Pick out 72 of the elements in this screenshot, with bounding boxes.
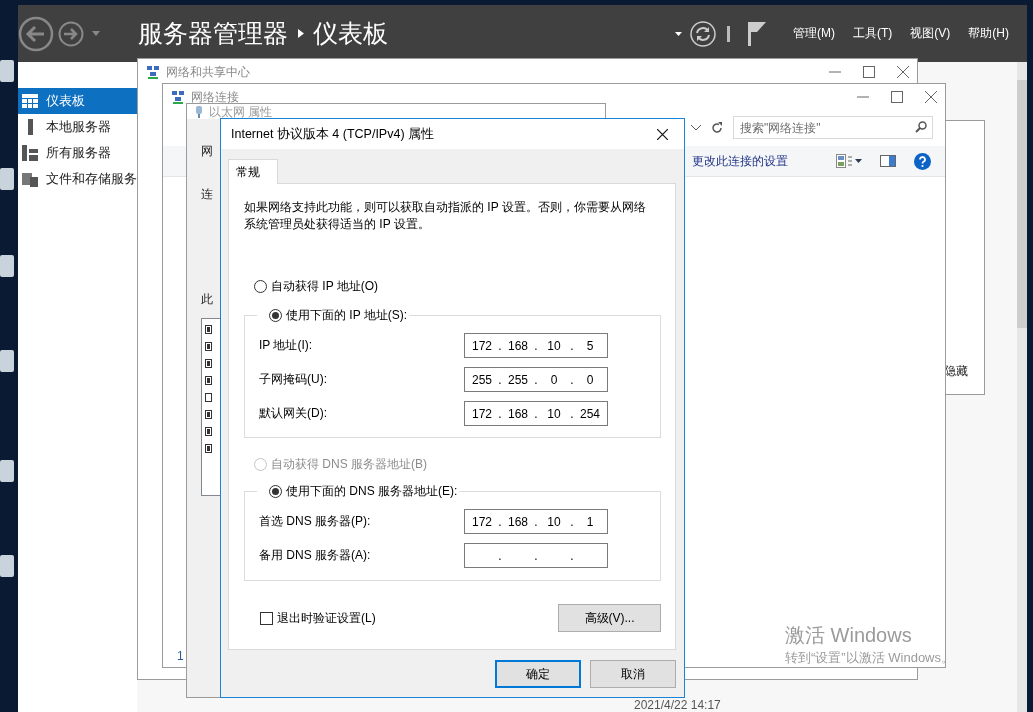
maximize-icon[interactable]: [863, 66, 875, 78]
ip-address-field[interactable]: 172 . 168 . 10 . 5: [464, 333, 608, 358]
back-icon[interactable]: [18, 15, 54, 52]
dropdown-icon[interactable]: [691, 124, 701, 131]
breadcrumb-text: 仪表板: [313, 18, 388, 49]
ip-address-field[interactable]: 172 . 168 . 10 . 1: [464, 509, 608, 534]
checkbox[interactable]: [205, 376, 212, 385]
separator-icon: [727, 25, 730, 42]
field-label: 首选 DNS 服务器(P):: [259, 513, 371, 530]
maximize-icon[interactable]: [891, 91, 903, 103]
window-title: 网络连接: [191, 88, 239, 106]
checkbox[interactable]: [205, 325, 212, 334]
breadcrumb-text: 服务器管理器: [138, 18, 288, 49]
close-icon[interactable]: [657, 128, 668, 140]
folder-icon: [22, 171, 38, 187]
search-field[interactable]: 搜索"网络连接": [733, 116, 933, 139]
ip-address-field[interactable]: . . .: [464, 543, 608, 568]
dialog-title: Internet 协议版本 4 (TCP/IPv4) 属性: [231, 125, 435, 143]
servers-icon: [22, 145, 38, 161]
validate-checkbox[interactable]: 退出时验证设置(L): [260, 609, 376, 627]
flag-icon[interactable]: [748, 21, 766, 46]
checkbox[interactable]: [205, 427, 212, 436]
advanced-button[interactable]: 高级(V)...: [558, 604, 661, 632]
item-count-text: 1: [177, 649, 184, 663]
checkbox[interactable]: [205, 444, 212, 453]
field-label: 默认网关(D):: [259, 405, 327, 422]
ip-address-field[interactable]: 172 . 168 . 10 . 254: [464, 401, 608, 426]
sidebar-item[interactable]: 仪表板: [18, 88, 137, 114]
cancel-button[interactable]: 取消: [590, 660, 676, 688]
tab[interactable]: 常规: [228, 159, 278, 184]
ip-address-field[interactable]: 255 . 255 . 0 . 0: [464, 367, 608, 392]
sidebar-item[interactable]: 所有服务器: [18, 140, 137, 166]
ok-button[interactable]: 确定: [495, 660, 581, 688]
hide-link[interactable]: 隐藏: [944, 363, 968, 380]
change-settings-link[interactable]: 更改此连接的设置: [692, 152, 788, 170]
menu-item[interactable]: 管理(M): [793, 25, 835, 42]
checkbox[interactable]: [205, 410, 212, 419]
sidebar-item[interactable]: 本地服务器: [18, 114, 137, 140]
radio-option[interactable]: 使用下面的 DNS 服务器地址(E):: [269, 482, 458, 500]
network-icon: [171, 90, 185, 104]
checkbox[interactable]: [205, 359, 212, 368]
activation-text: 转到“设置”以激活 Windows。: [785, 649, 954, 667]
refresh-icon[interactable]: [711, 121, 723, 134]
field-label: 子网掩码(U):: [259, 371, 327, 388]
window-title: 以太网 属性: [209, 103, 273, 121]
network-icon: [146, 65, 160, 79]
preview-pane-icon[interactable]: [880, 155, 896, 167]
forward-icon[interactable]: [58, 20, 84, 47]
view-options-icon[interactable]: [836, 154, 862, 168]
network-adapter-icon: [195, 106, 203, 118]
section-label: 此: [201, 291, 214, 308]
activation-title: 激活 Windows: [785, 623, 913, 648]
menu-item[interactable]: 工具(T): [853, 25, 893, 42]
radio-option[interactable]: 使用下面的 IP 地址(S):: [269, 306, 408, 324]
section-label: 连: [201, 186, 214, 203]
sidebar-item[interactable]: 文件和存储服务: [18, 166, 137, 192]
chevron-icon: [298, 29, 304, 38]
timestamp-text: 2021/4/22 14:17: [634, 698, 721, 712]
search-icon: [915, 121, 927, 133]
checkbox[interactable]: [205, 342, 212, 351]
menu-item[interactable]: 帮助(H): [968, 25, 1009, 42]
window-title: 网络和共享中心: [166, 63, 250, 81]
caret-icon[interactable]: [675, 31, 682, 36]
scrollbar[interactable]: [1017, 62, 1027, 712]
radio-option[interactable]: 自动获得 IP 地址(O): [254, 277, 661, 295]
dashboard-icon: [22, 94, 38, 108]
field-label: IP 地址(I):: [259, 337, 313, 354]
help-icon[interactable]: [914, 152, 931, 170]
field-label: 备用 DNS 服务器(A):: [259, 547, 371, 564]
checkbox[interactable]: [205, 393, 212, 402]
menu-item[interactable]: 视图(V): [910, 25, 951, 42]
description-text: 如果网络支持此功能，则可以获取自动指派的 IP 设置。否则，你需要从网络系统管理员处获得适当的 IP 设置。: [244, 199, 647, 233]
